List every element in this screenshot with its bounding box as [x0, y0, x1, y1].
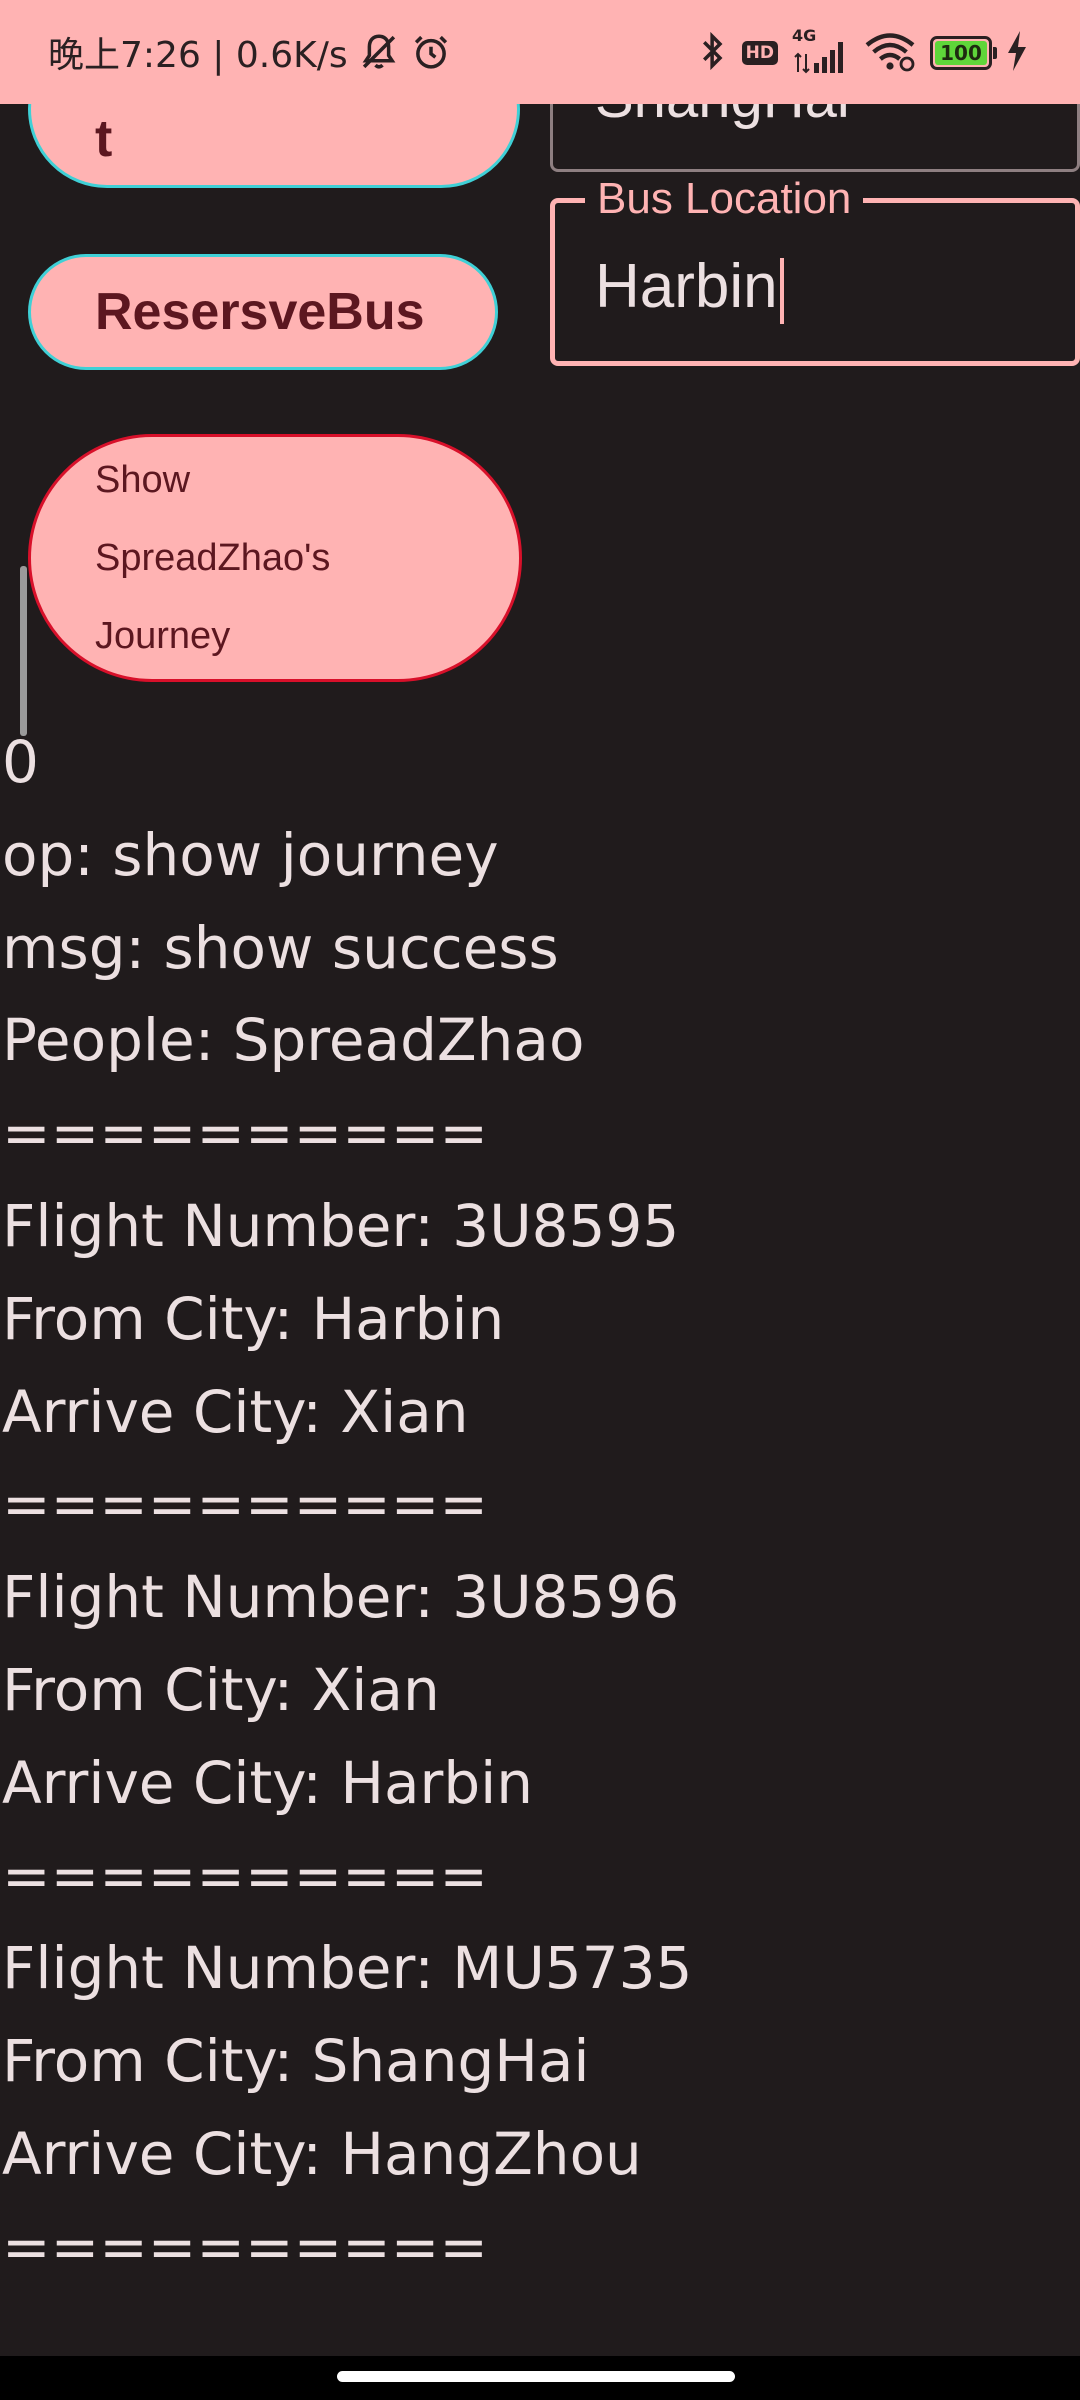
reserve-bus-button[interactable]: ResersveBus: [28, 254, 498, 370]
alarm-clock-icon: [410, 31, 452, 73]
status-left: 晚上7:26 | 0.6K/s: [48, 24, 452, 80]
bus-location-value-wrap: Harbin: [595, 251, 784, 324]
partial-top-button-label: t: [95, 110, 113, 168]
show-journey-button[interactable]: Show SpreadZhao's Journey: [28, 434, 522, 682]
wifi-icon: [864, 30, 916, 76]
output-line: ==========: [2, 1470, 488, 1539]
battery-level-text: 100: [940, 41, 982, 65]
cellular-signal-icon: 4G: [792, 26, 850, 76]
output-line: ==========: [2, 2212, 488, 2281]
reserve-bus-button-label: ResersveBus: [95, 283, 425, 341]
home-gesture-handle[interactable]: [337, 2371, 735, 2382]
bus-location-field[interactable]: Bus Location Harbin: [550, 173, 1080, 366]
charging-bolt-icon: [1006, 31, 1028, 75]
output-line: Flight Number: 3U8596: [2, 1563, 680, 1632]
status-bar: 晚上7:26 | 0.6K/s HD 4G 100: [0, 0, 1080, 104]
bus-location-label: Bus Location: [585, 173, 864, 225]
output-line: ==========: [2, 1099, 488, 1168]
output-line: People: SpreadZhao: [2, 1006, 585, 1075]
output-line: ==========: [2, 1841, 488, 1910]
output-line: 0: [2, 728, 39, 796]
battery-cap: [993, 47, 997, 59]
scroll-indicator[interactable]: [20, 566, 27, 736]
output-line: From City: Harbin: [2, 1284, 505, 1353]
output-line: From City: ShangHai: [2, 2027, 590, 2096]
output-line: Flight Number: 3U8595: [2, 1191, 680, 1260]
output-line: From City: Xian: [2, 1655, 440, 1724]
status-right: HD 4G 100: [698, 26, 1028, 78]
hd-badge: HD: [741, 41, 778, 65]
output-line: Arrive City: HangZhou: [2, 2119, 642, 2188]
journey-output: 0 op: show journey msg: show success People…: [2, 716, 1078, 2294]
text-caret: [779, 257, 784, 324]
bus-location-value: Harbin: [595, 252, 778, 321]
output-line: Arrive City: Xian: [2, 1377, 469, 1446]
navigation-bar: [0, 2356, 1080, 2400]
output-line: msg: show success: [2, 913, 559, 982]
output-line: op: show journey: [2, 820, 499, 889]
output-line: Flight Number: MU5735: [2, 1934, 693, 2003]
bell-off-icon: [358, 31, 400, 73]
battery-icon: 100: [930, 36, 997, 70]
status-time: 晚上7:26 | 0.6K/s: [48, 35, 348, 76]
show-journey-button-label: Show SpreadZhao's Journey: [95, 459, 331, 657]
bluetooth-icon: [698, 30, 728, 76]
output-line: Arrive City: Harbin: [2, 1748, 534, 1817]
